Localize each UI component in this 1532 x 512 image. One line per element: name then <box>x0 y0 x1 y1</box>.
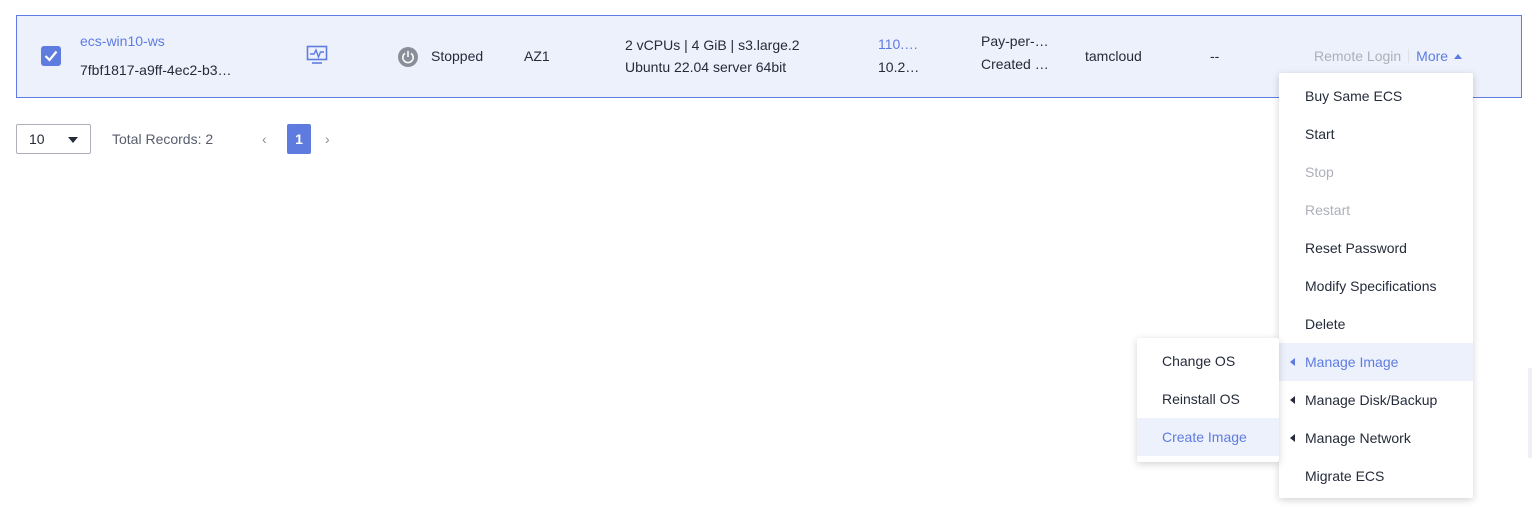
more-button[interactable]: More <box>1416 48 1463 64</box>
menu-item-migrate-ecs[interactable]: Migrate ECS <box>1279 457 1473 495</box>
submenu-caret-icon <box>1290 434 1295 442</box>
az-text: AZ1 <box>524 48 550 64</box>
action-divider <box>1408 49 1410 63</box>
remote-login-button[interactable]: Remote Login <box>1314 48 1401 64</box>
status-text: Stopped <box>431 48 484 64</box>
dropdown-arrow-icon <box>68 137 78 143</box>
submenu-caret-icon <box>1290 358 1295 366</box>
billing-line-2: Created … <box>981 56 1049 72</box>
billing-line-1: Pay-per-… <box>981 33 1049 49</box>
submenu-item-reinstall-os[interactable]: Reinstall OS <box>1137 380 1279 418</box>
menu-item-manage-image[interactable]: Manage Image <box>1279 343 1473 381</box>
submenu-item-change-os[interactable]: Change OS <box>1137 342 1279 380</box>
menu-item-manage-network-label: Manage Network <box>1305 430 1411 446</box>
checkbox-checked-icon <box>44 50 58 62</box>
chevron-right-icon[interactable]: › <box>325 131 330 147</box>
scrollbar[interactable] <box>1528 368 1532 458</box>
spec-line-2: Ubuntu 22.04 server 64bit <box>625 59 787 75</box>
monitor-icon[interactable] <box>306 45 328 65</box>
chevron-up-icon <box>1454 54 1463 59</box>
page-size-select[interactable]: 10 <box>16 124 91 154</box>
power-icon <box>398 47 418 67</box>
total-records: Total Records: 2 <box>112 131 214 147</box>
row-checkbox[interactable] <box>41 46 61 66</box>
more-label: More <box>1416 48 1449 64</box>
ip-line-2: 10.2… <box>878 59 920 75</box>
chevron-left-icon[interactable]: ‹ <box>262 131 267 147</box>
server-name-link[interactable]: ecs-win10-ws <box>80 33 165 49</box>
row-actions: Remote Login More <box>1314 48 1463 64</box>
project-text: tamcloud <box>1085 48 1142 64</box>
tag-text: -- <box>1210 48 1220 64</box>
menu-item-reset-password[interactable]: Reset Password <box>1279 229 1473 267</box>
manage-image-submenu: Change OS Reinstall OS Create Image <box>1137 338 1279 462</box>
menu-item-restart: Restart <box>1305 202 1351 218</box>
ip-line-1[interactable]: 110.… <box>878 36 918 52</box>
menu-item-manage-image-label: Manage Image <box>1305 354 1399 370</box>
menu-item-manage-disk-backup[interactable]: Manage Disk/Backup <box>1279 381 1473 419</box>
server-id: 7fbf1817-a9ff-4ec2-b3… <box>80 62 232 78</box>
menu-item-modify-specifications[interactable]: Modify Specifications <box>1279 267 1473 305</box>
spec-line-1: 2 vCPUs | 4 GiB | s3.large.2 <box>625 37 800 53</box>
submenu-item-create-image[interactable]: Create Image <box>1137 418 1279 456</box>
page-current[interactable]: 1 <box>287 124 311 154</box>
menu-item-manage-disk-backup-label: Manage Disk/Backup <box>1305 392 1438 408</box>
more-menu: Buy Same ECS Start Stop Restart Reset Pa… <box>1279 73 1473 498</box>
menu-item-stop: Stop <box>1305 164 1334 180</box>
menu-item-buy-same-ecs[interactable]: Buy Same ECS <box>1279 77 1473 115</box>
submenu-caret-icon <box>1290 396 1295 404</box>
menu-item-start[interactable]: Start <box>1279 115 1473 153</box>
menu-item-manage-network[interactable]: Manage Network <box>1279 419 1473 457</box>
page-size-value: 10 <box>29 131 45 147</box>
menu-item-delete[interactable]: Delete <box>1279 305 1473 343</box>
